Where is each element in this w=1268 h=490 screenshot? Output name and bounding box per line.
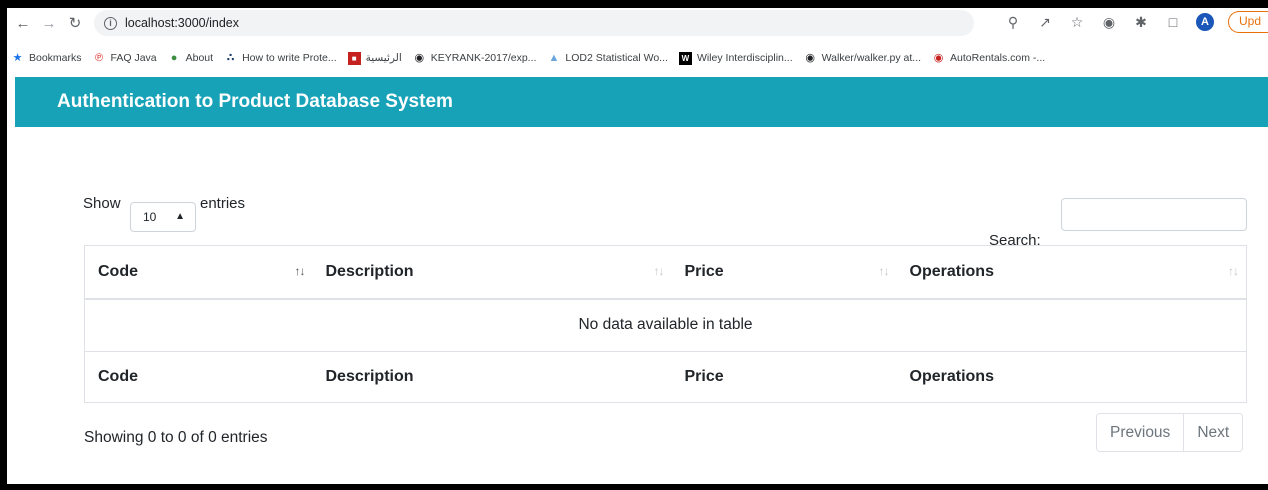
java-icon: ℗ [94, 51, 104, 64]
page-length-select[interactable]: 10 ▲︎ [130, 202, 196, 232]
bookmark-item[interactable]: ◉ Walker/walker.py at... [804, 52, 921, 65]
url-text: localhost:3000/index [125, 16, 239, 30]
chart-icon: ▲ [548, 51, 560, 64]
browser-toolbar: ← → ↻ i localhost:3000/index ⚲ ↗ ☆ ◉ ✱ □… [7, 8, 1268, 38]
app-header: Authentication to Product Database Syste… [15, 77, 1268, 127]
browser-window: ← → ↻ i localhost:3000/index ⚲ ↗ ☆ ◉ ✱ □… [7, 8, 1268, 484]
bookmark-item[interactable]: ∴ How to write Prote... [224, 52, 337, 65]
update-button[interactable]: Upd [1228, 11, 1268, 33]
bookmarks-bar: ★ Bookmarks ℗ FAQ Java ● About ∴ How to writ… [7, 48, 1268, 68]
previous-button[interactable]: Previous [1097, 414, 1184, 451]
sort-icon: ↑↓ [1228, 264, 1239, 278]
car-icon: ◉ [933, 51, 944, 64]
footer-header-code: Code [84, 351, 313, 403]
forward-arrow-icon[interactable]: → [38, 12, 60, 34]
table-header-row: Code ↑↓ Description ↑↓ Price ↑↓ Operations ↑… [84, 245, 1247, 300]
bookmark-item[interactable]: ■ الرئيسية [347, 51, 402, 65]
sort-icon: ↑↓ [878, 264, 890, 278]
next-button[interactable]: Next [1183, 414, 1243, 451]
github-icon: ◉ [805, 51, 815, 64]
table-footer-row: Code Description Price Operations [84, 351, 1247, 403]
products-table: Code ↑↓ Description ↑↓ Price ↑↓ Operations ↑… [84, 245, 1247, 403]
bookmark-item[interactable]: ● About [168, 52, 213, 65]
bookmark-item[interactable]: ◉ AutoRentals.com -... [932, 52, 1045, 65]
empty-table-message: No data available in table [84, 298, 1247, 352]
table-info: Showing 0 to 0 of 0 entries [84, 429, 268, 446]
column-header-code[interactable]: Code ↑↓ [84, 245, 313, 300]
page-title: Authentication to Product Database Syste… [57, 91, 453, 112]
bookmark-item[interactable]: W Wiley Interdisciplin... [678, 51, 793, 65]
profile-avatar[interactable]: A [1196, 13, 1214, 31]
bookmark-item[interactable]: ℗ FAQ Java [93, 52, 157, 65]
search-input[interactable] [1061, 198, 1247, 231]
side-panel-icon[interactable]: □ [1164, 14, 1182, 30]
brain-icon: ● [170, 51, 178, 64]
pagination: Previous Next [1096, 413, 1244, 452]
back-arrow-icon[interactable]: ← [12, 12, 34, 34]
footer-header-operations: Operations [896, 351, 1247, 403]
share-icon[interactable]: ↗ [1036, 14, 1054, 31]
show-label: Show [83, 195, 121, 212]
table-row: No data available in table [84, 298, 1247, 352]
bookmark-item[interactable]: ★ Bookmarks [11, 52, 82, 65]
star-icon: ★ [12, 51, 23, 64]
site-info-icon[interactable]: i [104, 16, 117, 30]
footer-header-price: Price [671, 351, 897, 403]
site-icon: ■ [347, 51, 361, 65]
bookmark-star-icon[interactable]: ☆ [1068, 14, 1086, 31]
zoom-icon[interactable]: ⚲ [1004, 14, 1022, 31]
extensions-puzzle-icon[interactable]: ✱ [1132, 14, 1150, 31]
extension-panda-icon[interactable]: ◉ [1100, 14, 1118, 31]
bookmark-item[interactable]: ▲ LOD2 Statistical Wo... [547, 51, 667, 65]
footer-header-description: Description [312, 351, 672, 403]
entries-label: entries [200, 195, 246, 212]
github-icon: ◉ [414, 51, 425, 64]
sort-icon: ↑↓ [653, 264, 665, 278]
sort-icon: ↑↓ [294, 264, 306, 278]
reload-icon[interactable]: ↻ [64, 12, 86, 34]
link-icon: ∴ [226, 51, 235, 64]
bookmark-item[interactable]: ◉ KEYRANK-2017/exp... [413, 51, 536, 65]
column-header-operations[interactable]: Operations ↑↓ [896, 245, 1247, 300]
page-length-value: 10 [143, 210, 157, 224]
column-header-description[interactable]: Description ↑↓ [312, 245, 672, 300]
column-header-price[interactable]: Price ↑↓ [671, 245, 897, 300]
select-caret-icon: ▲︎ [175, 211, 185, 222]
address-bar[interactable]: i localhost:3000/index [94, 10, 974, 36]
wiley-icon: W [678, 51, 692, 65]
